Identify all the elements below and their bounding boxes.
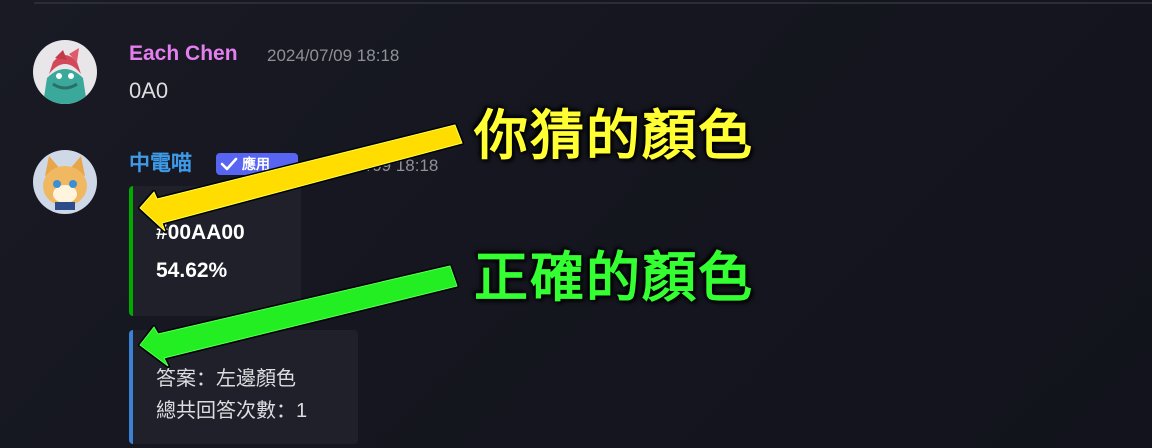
app-badge-label: 應用 [242, 156, 270, 172]
message-author[interactable]: Each Chen [129, 42, 238, 66]
annotation-correct-label: 正確的顏色 [474, 246, 754, 309]
embed-color-guess: #00AA00 54.62% [129, 186, 301, 316]
annotation-guess-label: 你猜的顏色 [474, 104, 754, 167]
embed-stripe [129, 330, 133, 444]
avatar-each-chen[interactable] [33, 40, 97, 104]
top-divider [34, 2, 1152, 4]
embed-answer-text: 答案：左邊顏色 [156, 368, 296, 390]
embed-percentage: 54.62% [156, 259, 228, 282]
app-badge: 應用 [216, 153, 298, 175]
verified-check-icon [220, 157, 238, 171]
message-timestamp: 2024/07/09 18:18 [306, 156, 439, 175]
embed-answer: 答案：左邊顏色 總共回答次數：1 [129, 330, 358, 444]
message-author[interactable]: 中電喵 [129, 152, 192, 176]
embed-color-hex: #00AA00 [156, 221, 245, 244]
message-content: 0A0 [129, 78, 169, 103]
message-timestamp: 2024/07/09 18:18 [267, 46, 400, 65]
avatar-bot[interactable] [33, 150, 97, 214]
embed-answer-count: 總共回答次數：1 [156, 400, 308, 422]
embed-stripe [129, 186, 133, 316]
